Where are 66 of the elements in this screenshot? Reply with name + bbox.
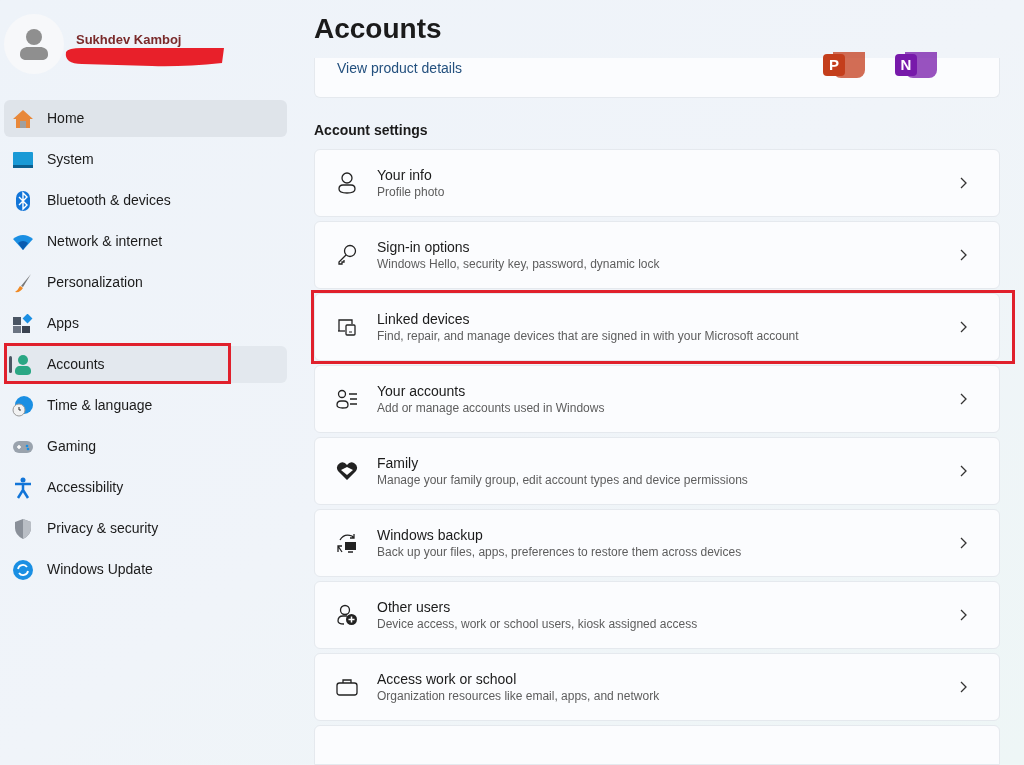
setting-description: Add or manage accounts used in Windows: [377, 400, 605, 416]
nav-icon: [12, 233, 34, 250]
setting-title: Your accounts: [377, 382, 467, 400]
nav-icon: [12, 438, 34, 455]
nav-item[interactable]: Accessibility: [4, 469, 287, 506]
nav-item[interactable]: Home: [4, 100, 287, 137]
setting-description: Profile photo: [377, 184, 445, 200]
nav-item[interactable]: Privacy & security: [4, 510, 287, 547]
nav-item[interactable]: Time & language: [4, 387, 287, 424]
setting-title: Family: [377, 454, 420, 472]
setting-icon: [336, 244, 358, 266]
setting-title: Windows backup: [377, 526, 484, 544]
chevron-right-icon: [959, 249, 967, 261]
chevron-right-icon: [959, 537, 967, 549]
setting-icon: [336, 461, 358, 481]
nav-item[interactable]: Accounts: [4, 346, 287, 383]
setting-title: Access work or school: [377, 670, 518, 688]
nav-icon: [12, 313, 34, 334]
settings-card[interactable]: Windows backup Back up your files, apps, preferences to restore them across devices: [314, 509, 1000, 577]
setting-title: Linked devices: [377, 310, 471, 328]
settings-card[interactable]: Sign-in options Windows Hello, security key, password, dynamic lock: [314, 221, 1000, 289]
setting-description: Device access, work or school users, kiosk assigned access: [377, 616, 698, 632]
nav-item[interactable]: Gaming: [4, 428, 287, 465]
nav-item[interactable]: Network & internet: [4, 223, 287, 260]
settings-card[interactable]: Family Manage your family group, edit account types and device permissions: [314, 437, 1000, 505]
setting-title: Other users: [377, 598, 452, 616]
setting-description: Organization resources like email, apps, and network: [377, 688, 660, 704]
user-name: Sukhdev Kamboj: [76, 31, 182, 49]
chevron-right-icon: [959, 609, 967, 621]
chevron-right-icon: [959, 177, 967, 189]
nav-item[interactable]: Windows Update: [4, 551, 287, 588]
nav-item[interactable]: Personalization: [4, 264, 287, 301]
setting-title: Your info: [377, 166, 433, 184]
product-details-link[interactable]: View product details: [337, 57, 463, 79]
setting-description: Windows Hello, security key, password, dynamic lock: [377, 256, 660, 272]
settings-card[interactable]: Your accounts Add or manage accounts used in Windows: [314, 365, 1000, 433]
nav-item[interactable]: Bluetooth & devices: [4, 182, 287, 219]
setting-title: Sign-in options: [377, 238, 471, 256]
nav-icon: [12, 108, 34, 129]
chevron-right-icon: [959, 321, 967, 333]
setting-description: Find, repair, and manage devices that are signed in with your Microsoft account: [377, 328, 799, 344]
nav-icon: [12, 354, 34, 375]
setting-icon: [336, 317, 358, 337]
settings-card[interactable]: Access work or school Organization resources like email, apps, and network: [314, 653, 1000, 721]
setting-icon: [336, 389, 358, 409]
section-heading: Account settings: [314, 121, 428, 140]
nav-icon: [12, 517, 34, 540]
setting-icon: [336, 677, 358, 697]
setting-icon: [336, 172, 358, 194]
nav-icon: [12, 150, 34, 169]
nav-icon: [12, 476, 34, 499]
setting-description: Manage your family group, edit account types and device permissions: [377, 472, 748, 488]
nav-icon: [12, 558, 34, 581]
settings-card[interactable]: Other users Device access, work or school users, kiosk assigned access: [314, 581, 1000, 649]
settings-card[interactable]: Your info Profile photo: [314, 149, 1000, 217]
page-title: Accounts: [314, 11, 442, 46]
nav-item[interactable]: Apps: [4, 305, 287, 342]
setting-description: Back up your files, apps, preferences to restore them across devices: [377, 544, 742, 560]
chevron-right-icon: [959, 681, 967, 693]
nav-item[interactable]: System: [4, 141, 287, 178]
selection-indicator: [9, 356, 12, 373]
chevron-right-icon: [959, 393, 967, 405]
setting-icon: [336, 604, 358, 626]
setting-icon: [336, 532, 358, 554]
nav-icon: [12, 394, 34, 417]
chevron-right-icon: [959, 465, 967, 477]
